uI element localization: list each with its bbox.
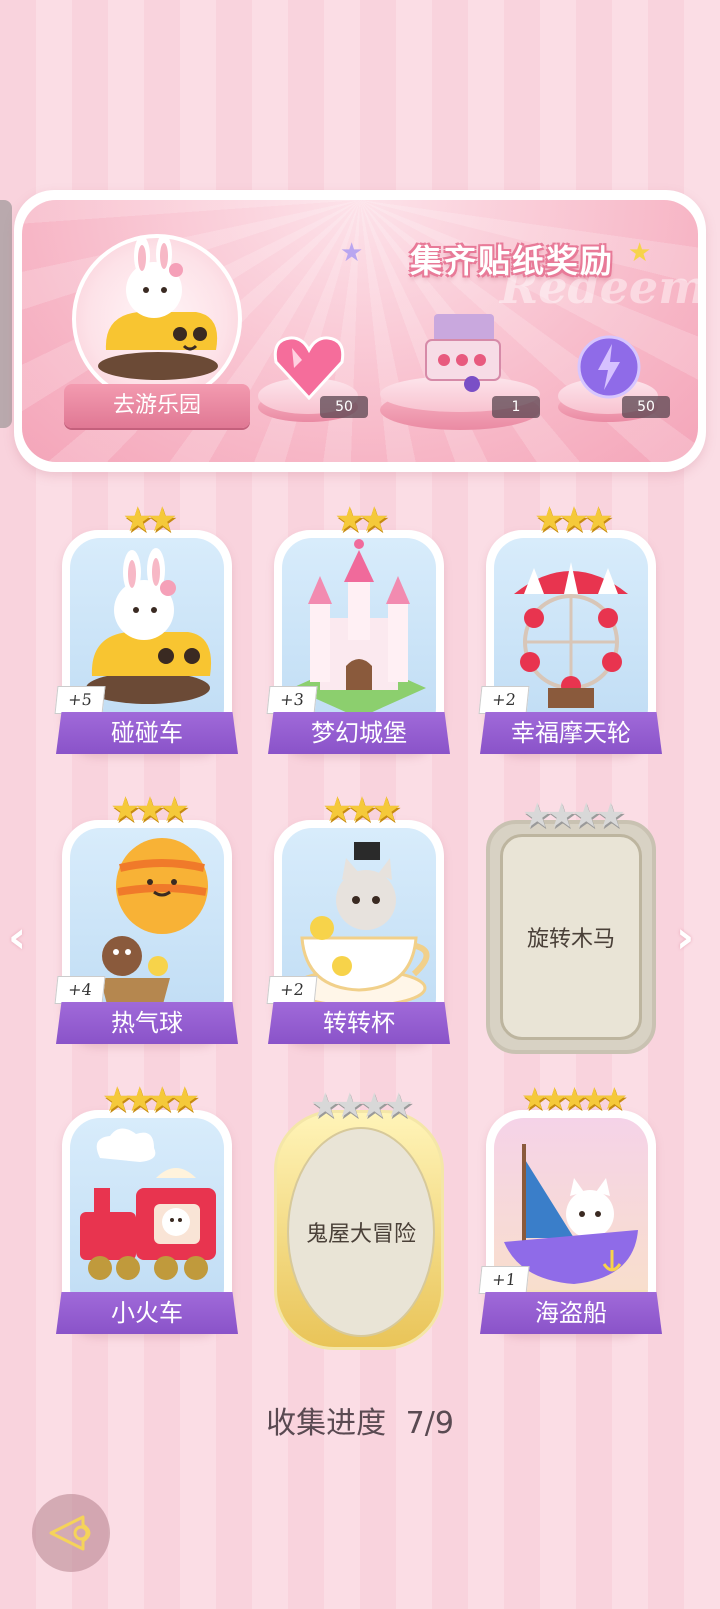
locked-card-frame: 鬼屋大冒险: [274, 1110, 444, 1350]
card-name: 梦幻城堡: [268, 712, 450, 754]
card-duplicate-count: +1: [478, 1266, 530, 1294]
collection-progress: 收集进度 7/9: [0, 1398, 720, 1442]
card-duplicate-count: +3: [266, 686, 318, 714]
card-name: 旋转木马: [500, 834, 642, 1040]
sticker-card-train[interactable]: ★★★★ 小火车: [56, 1080, 238, 1334]
heart-gem-icon: [273, 336, 345, 400]
card-duplicate-count: +5: [54, 686, 106, 714]
sticker-card-teacup[interactable]: ★★★ +2 转转杯: [266, 790, 450, 1044]
sticker-card-dream-castle[interactable]: ★★ +3 梦幻城堡: [266, 500, 450, 754]
card-duplicate-count: +2: [266, 976, 318, 1004]
progress-value: 7/9: [405, 1406, 454, 1441]
card-art: [70, 1118, 224, 1318]
sticker-card-hot-air-balloon[interactable]: ★★★ +4 热气球: [54, 790, 238, 1044]
card-stars: ★★★: [322, 790, 401, 830]
card-name: 鬼屋大冒险: [287, 1127, 435, 1337]
energy-orb-count: 50: [622, 396, 670, 418]
next-page-arrow-icon[interactable]: ›: [676, 912, 694, 963]
energy-orb-icon: [577, 335, 641, 399]
card-stars: ★★★★: [522, 796, 626, 836]
card-duplicate-count: +2: [478, 686, 530, 714]
bunny-bumper-car-icon: [98, 234, 218, 380]
banner-background: Redeem ★ ★ 集齐贴纸奖励 去游乐园 50 1 50: [22, 200, 698, 462]
back-arrow-icon: [49, 1515, 91, 1551]
park-portrait: [72, 234, 242, 404]
back-button[interactable]: [32, 1494, 110, 1572]
card-stars: ★★★★: [310, 1086, 414, 1126]
star-icon: ★: [340, 238, 364, 268]
card-name: 转转杯: [268, 1002, 450, 1044]
sticker-card-bumper-car[interactable]: ★★ +5 碰碰车: [54, 500, 238, 754]
locked-card-frame: 旋转木马: [486, 820, 656, 1054]
sticker-card-ferris-wheel[interactable]: ★★★ +2 幸福摩天轮: [478, 500, 662, 754]
card-name: 幸福摩天轮: [480, 712, 662, 754]
prev-page-arrow-icon[interactable]: ‹: [8, 912, 26, 963]
banner-title: 集齐贴纸奖励: [409, 242, 614, 280]
card-name: 碰碰车: [56, 712, 238, 754]
train-icon: [80, 1128, 216, 1280]
card-name: 海盗船: [480, 1292, 662, 1334]
card-duplicate-count: +4: [54, 976, 106, 1004]
sticker-card-haunted-house-locked[interactable]: 鬼屋大冒险 ★★★★: [274, 1086, 444, 1350]
card-stars: ★★★: [110, 790, 189, 830]
go-to-park-button[interactable]: 去游乐园: [64, 234, 250, 428]
card-name: 热气球: [56, 1002, 238, 1044]
sticker-card-pirate-ship[interactable]: ★★★★★ +1 海盗船: [478, 1082, 662, 1334]
card-name: 小火车: [56, 1292, 238, 1334]
sticker-card-carousel-locked[interactable]: 旋转木马 ★★★★: [486, 796, 656, 1054]
go-to-park-label: 去游乐园: [64, 384, 250, 428]
card-stars: ★★: [122, 500, 178, 540]
card-stars: ★★★★: [102, 1080, 200, 1120]
gift-box-count: 1: [492, 396, 540, 418]
progress-label: 收集进度: [266, 1406, 387, 1441]
gift-box-icon: [425, 314, 501, 392]
card-stars: ★★: [334, 500, 390, 540]
card-stars: ★★★★★: [521, 1082, 628, 1117]
heart-gem-count: 50: [320, 396, 368, 418]
card-stars: ★★★: [534, 500, 613, 540]
side-edge-handle: [0, 200, 12, 428]
sticker-reward-banner: Redeem ★ ★ 集齐贴纸奖励 去游乐园 50 1 50: [14, 190, 706, 472]
